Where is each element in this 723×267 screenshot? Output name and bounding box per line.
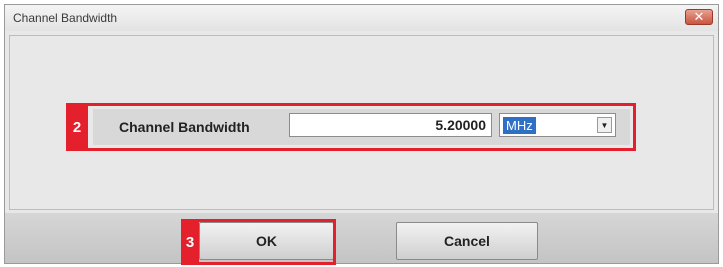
step-3-badge: 3 xyxy=(181,219,199,265)
button-bar xyxy=(5,213,718,263)
cancel-button[interactable]: Cancel xyxy=(396,222,538,260)
window-title: Channel Bandwidth xyxy=(13,11,118,25)
step-2-badge: 2 xyxy=(66,103,88,151)
title-bar: Channel Bandwidth ✕ xyxy=(5,5,718,31)
step-2-highlight xyxy=(66,103,636,151)
step-3-highlight xyxy=(181,219,336,265)
close-icon: ✕ xyxy=(693,9,705,25)
close-button[interactable]: ✕ xyxy=(685,9,713,25)
